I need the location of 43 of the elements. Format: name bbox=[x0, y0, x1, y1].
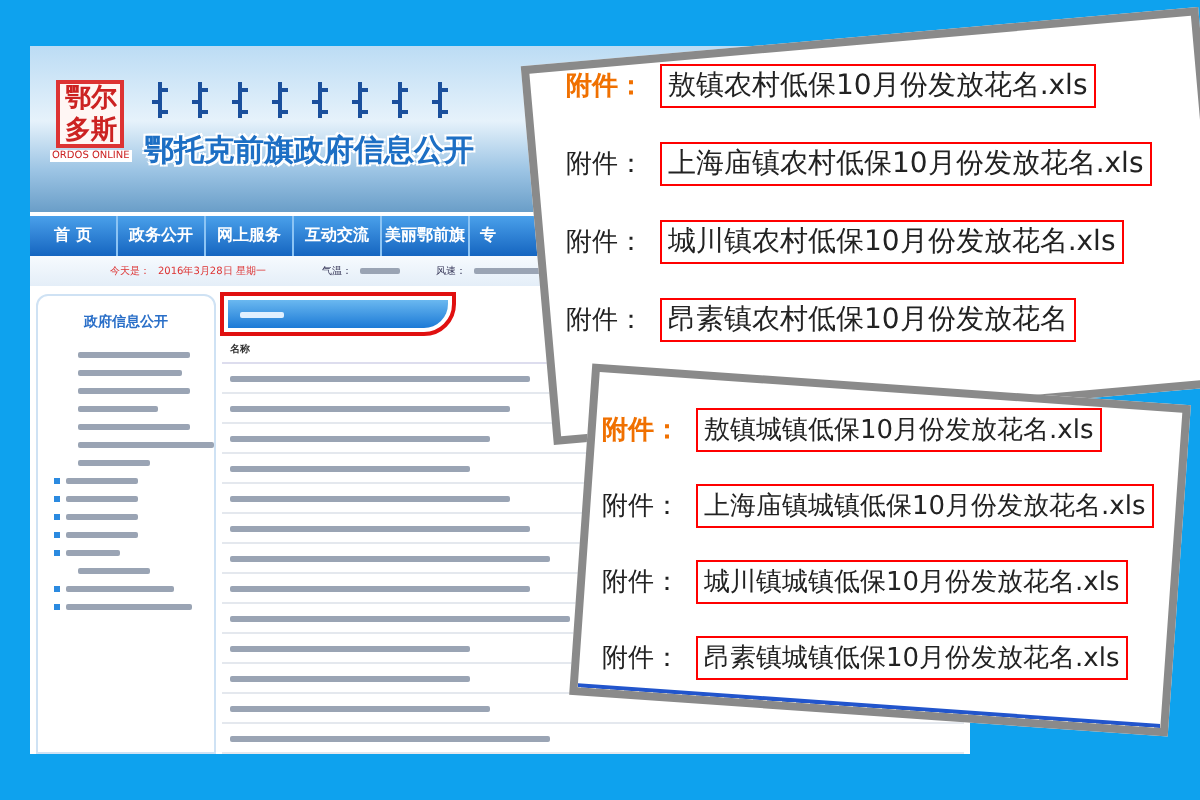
attachment-label: 附件： bbox=[600, 566, 680, 600]
blurred-text bbox=[66, 550, 120, 556]
attachment-label: 附件： bbox=[564, 226, 644, 260]
file-link[interactable]: 城川镇农村低保10月份发放花名.xls bbox=[660, 220, 1124, 264]
blurred-text bbox=[66, 586, 174, 592]
blurred-text bbox=[78, 424, 190, 430]
blurred-text bbox=[77, 442, 214, 448]
site-title: 鄂托克前旗政府信息公开 bbox=[143, 132, 474, 170]
nav-item[interactable]: 专 bbox=[470, 215, 506, 257]
attachment-label: 附件： bbox=[564, 70, 644, 104]
attachment-label: 附件： bbox=[600, 414, 680, 448]
file-link[interactable]: 昂素镇城镇低保10月份发放花名.xls bbox=[696, 636, 1128, 680]
file-link[interactable]: 敖镇城镇低保10月份发放花名.xls bbox=[696, 408, 1102, 452]
bullet-icon bbox=[54, 586, 60, 592]
file-link[interactable]: 上海庙镇城镇低保10月份发放花名.xls bbox=[696, 484, 1154, 528]
blurred-text bbox=[78, 568, 150, 574]
attachment-label: 附件： bbox=[600, 490, 680, 524]
bullet-icon bbox=[54, 514, 60, 520]
blurred-text bbox=[66, 514, 138, 520]
file-link[interactable]: 城川镇城镇低保10月份发放花名.xls bbox=[696, 560, 1128, 604]
file-link[interactable]: 敖镇农村低保10月份发放花名.xls bbox=[660, 64, 1096, 108]
blurred-text bbox=[359, 268, 400, 275]
attachment-label: 附件： bbox=[600, 642, 680, 676]
bullet-icon bbox=[54, 604, 60, 610]
blurred-text bbox=[78, 352, 190, 358]
bullet-icon bbox=[54, 532, 60, 538]
blurred-text bbox=[78, 406, 158, 412]
file-link[interactable]: 昂素镇农村低保10月份发放花名 bbox=[660, 298, 1076, 342]
file-link[interactable]: 上海庙镇农村低保10月份发放花名.xls bbox=[660, 142, 1152, 186]
blurred-text bbox=[78, 460, 150, 466]
bullet-icon bbox=[54, 478, 60, 484]
attachment-label: 附件： bbox=[564, 304, 644, 338]
blurred-text bbox=[66, 496, 138, 502]
blurred-text bbox=[78, 370, 183, 376]
blurred-text bbox=[66, 478, 138, 484]
blurred-text bbox=[66, 532, 138, 538]
bullet-icon bbox=[54, 550, 60, 556]
logo-seal: 鄂尔多斯 bbox=[56, 80, 125, 148]
blurred-text bbox=[78, 388, 190, 394]
bullet-icon bbox=[54, 496, 60, 502]
section-tab[interactable] bbox=[228, 300, 448, 328]
blurred-text bbox=[66, 604, 192, 610]
attachment-label: 附件： bbox=[564, 148, 644, 182]
